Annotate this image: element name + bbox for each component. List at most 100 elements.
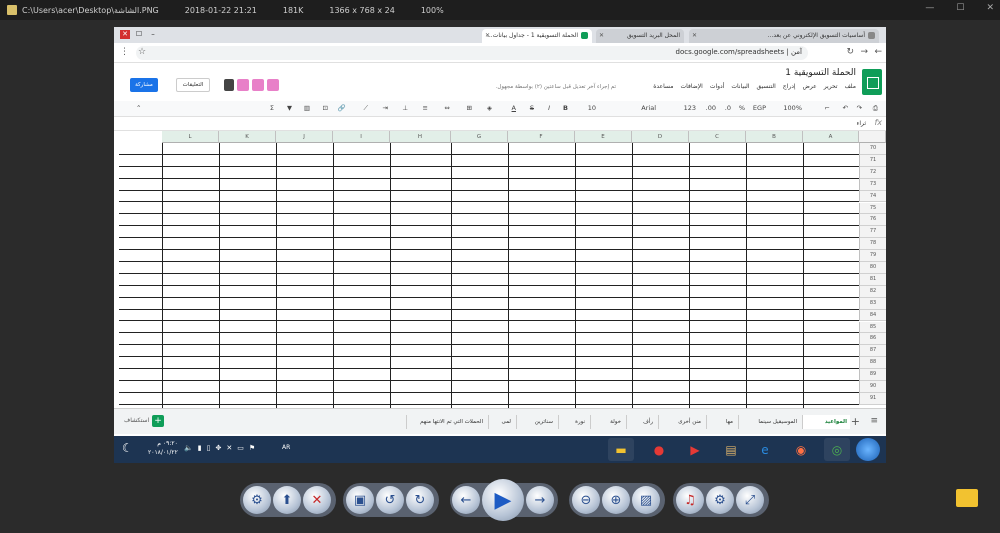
row-number[interactable]: 86 bbox=[859, 333, 886, 346]
table-row[interactable] bbox=[119, 250, 886, 262]
font-size-select[interactable]: 10 bbox=[588, 104, 596, 112]
minimize-button[interactable]: — bbox=[925, 3, 934, 13]
zoom-select[interactable]: 100% bbox=[783, 104, 802, 112]
sheet-tab[interactable]: منن أخرى bbox=[658, 415, 704, 429]
last-edit-message[interactable]: تم إجراء آخر تعديل قبل ساعتين (٢) بواسطة… bbox=[496, 84, 616, 90]
row-number[interactable]: 90 bbox=[859, 381, 886, 393]
battery-icon[interactable]: ▯ bbox=[207, 444, 211, 452]
url-input[interactable]: آمن | docs.google.com/spreadsheets bbox=[136, 46, 808, 60]
table-row[interactable] bbox=[119, 345, 886, 358]
sheets-logo-icon[interactable] bbox=[862, 69, 882, 95]
firefox-taskbar-icon[interactable]: ◉ bbox=[788, 438, 814, 461]
table-row[interactable] bbox=[119, 381, 886, 393]
functions-button[interactable]: Σ bbox=[270, 104, 274, 112]
table-row[interactable] bbox=[119, 310, 886, 322]
forward-arrow-icon[interactable]: → bbox=[860, 47, 868, 57]
addon-icon[interactable] bbox=[267, 79, 279, 91]
star-icon[interactable]: ☆ bbox=[138, 47, 146, 57]
comment-icon[interactable] bbox=[224, 79, 234, 91]
row-number[interactable]: 89 bbox=[859, 369, 886, 381]
row-number[interactable]: 87 bbox=[859, 345, 886, 358]
bold-button[interactable]: B bbox=[563, 104, 568, 112]
table-row[interactable] bbox=[119, 203, 886, 215]
explore-button[interactable]: استكشاف bbox=[124, 417, 149, 424]
menu-addons[interactable]: الإضافات bbox=[680, 83, 702, 90]
menu-view[interactable]: عرض bbox=[803, 83, 817, 90]
row-number[interactable]: 77 bbox=[859, 226, 886, 239]
network-icon[interactable]: ▮ bbox=[198, 444, 202, 452]
row-number[interactable]: 79 bbox=[859, 250, 886, 262]
row-number[interactable]: 88 bbox=[859, 357, 886, 370]
row-number[interactable]: 78 bbox=[859, 238, 886, 251]
rotate-left-icon[interactable]: ↺ bbox=[376, 486, 404, 514]
row-number[interactable]: 80 bbox=[859, 262, 886, 274]
row-number[interactable]: 74 bbox=[859, 190, 886, 203]
column-header[interactable]: H bbox=[390, 131, 451, 143]
column-header[interactable]: L bbox=[162, 131, 219, 143]
table-row[interactable] bbox=[119, 286, 886, 298]
merge-cells-icon[interactable]: ⇔ bbox=[445, 104, 450, 112]
borders-icon[interactable]: ⊞ bbox=[467, 104, 472, 112]
browser-tab-1[interactable]: أساسيات التسويق الإلكتروني عن بعد... ✕ bbox=[689, 29, 879, 43]
fill-color-icon[interactable]: ◈ bbox=[487, 104, 492, 112]
display-icon[interactable]: ▭ bbox=[237, 444, 244, 452]
table-row[interactable] bbox=[119, 191, 886, 203]
browser-tab-3[interactable]: المحل البريد التسويق ✕ bbox=[596, 29, 684, 43]
italic-button[interactable]: I bbox=[548, 104, 550, 112]
horizontal-align-icon[interactable]: ≡ bbox=[423, 104, 428, 112]
menu-dots-icon[interactable]: ⋮ bbox=[120, 47, 129, 57]
tab-close-icon[interactable]: ✕ bbox=[692, 32, 697, 39]
sheet-tab[interactable]: لمى bbox=[488, 415, 514, 429]
column-header[interactable]: C bbox=[689, 131, 746, 143]
menu-tools[interactable]: أدوات bbox=[710, 83, 725, 90]
decrease-decimal-button[interactable]: .0 bbox=[725, 104, 731, 112]
close-button[interactable]: ✕ bbox=[986, 3, 994, 13]
row-number[interactable]: 70 bbox=[859, 143, 886, 155]
browser-minimize-button[interactable]: – bbox=[148, 30, 158, 39]
edge-taskbar-icon[interactable]: e bbox=[752, 438, 778, 461]
table-row[interactable] bbox=[119, 393, 886, 405]
column-header[interactable]: K bbox=[219, 131, 276, 143]
table-row[interactable] bbox=[119, 322, 886, 334]
filter-icon[interactable]: ▼ bbox=[287, 104, 292, 112]
row-number[interactable]: 72 bbox=[859, 166, 886, 179]
security-icon[interactable]: ✕ bbox=[226, 444, 232, 452]
column-header[interactable]: F bbox=[508, 131, 575, 143]
menu-insert[interactable]: إدراج bbox=[783, 83, 796, 90]
settings-icon[interactable]: ⚙ bbox=[243, 486, 271, 514]
print-icon[interactable]: ⎙ bbox=[873, 104, 878, 113]
formula-input[interactable]: ثراء bbox=[857, 120, 866, 127]
sheet-tab[interactable]: مها bbox=[706, 415, 736, 429]
effects-icon[interactable]: ♫ bbox=[676, 486, 704, 514]
sheet-tab[interactable]: الحملات التي تم الانتها منهم bbox=[406, 415, 486, 429]
options-icon[interactable]: ⚙ bbox=[706, 486, 734, 514]
addon-icon[interactable] bbox=[237, 79, 249, 91]
row-number[interactable]: 84 bbox=[859, 309, 886, 322]
windows-start-button[interactable] bbox=[856, 438, 880, 461]
column-header[interactable]: B bbox=[746, 131, 803, 143]
explore-icon[interactable]: + bbox=[152, 415, 164, 427]
back-arrow-icon[interactable]: ← bbox=[874, 47, 882, 57]
column-header[interactable]: E bbox=[575, 131, 632, 143]
browser-tab-2[interactable]: الحملة التسويقية 1 - جداول بيانات... ✕ bbox=[482, 29, 592, 43]
text-color-button[interactable]: A bbox=[512, 104, 516, 112]
play-slideshow-icon[interactable]: ▶ bbox=[482, 479, 524, 521]
sheet-tab[interactable]: الموسيقيل سينما bbox=[738, 415, 800, 429]
table-row[interactable] bbox=[119, 226, 886, 239]
reload-icon[interactable]: ↻ bbox=[846, 47, 854, 57]
all-sheets-icon[interactable]: ≡ bbox=[870, 416, 878, 426]
open-folder-icon[interactable]: ⬆ bbox=[273, 486, 301, 514]
youtube-taskbar-icon[interactable]: ▶ bbox=[682, 438, 708, 461]
number-format-button[interactable]: 123 bbox=[684, 104, 696, 112]
language-indicator[interactable]: AR bbox=[282, 444, 290, 451]
fullscreen-icon[interactable]: ⤢ bbox=[736, 486, 764, 514]
row-number[interactable]: 83 bbox=[859, 297, 886, 310]
table-row[interactable] bbox=[119, 179, 886, 191]
rotate-right-icon[interactable]: ↻ bbox=[406, 486, 434, 514]
previous-arrow-icon[interactable]: ← bbox=[452, 486, 480, 514]
share-button[interactable]: مشاركة bbox=[130, 78, 158, 92]
row-number[interactable]: 91 bbox=[859, 392, 886, 405]
menu-file[interactable]: ملف bbox=[845, 83, 856, 90]
delete-icon[interactable]: ✕ bbox=[303, 486, 331, 514]
zoom-in-icon[interactable]: ⊕ bbox=[602, 486, 630, 514]
